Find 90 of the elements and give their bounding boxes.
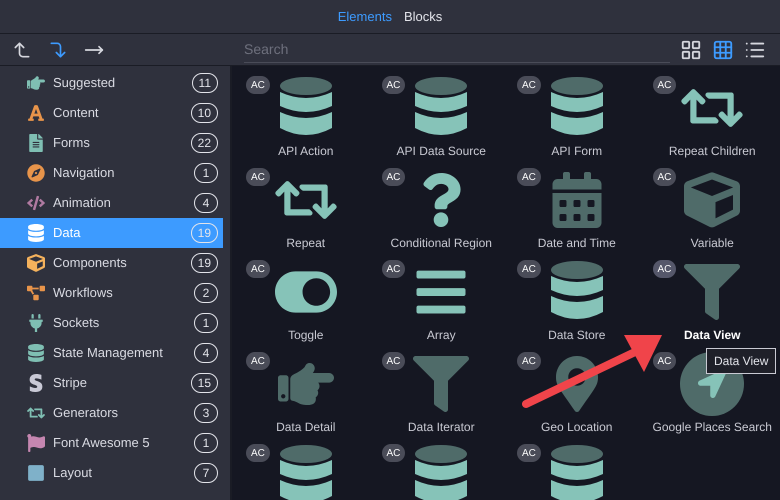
element-label: Data View xyxy=(684,327,740,344)
sidebar-item[interactable]: Workflows 2 xyxy=(0,278,223,308)
element-label: Data Detail xyxy=(276,419,336,436)
sidebar-item[interactable]: Generators 3 xyxy=(0,398,223,428)
large-grid-icon[interactable] xyxy=(680,38,702,60)
sidebar-label: Data xyxy=(53,224,82,242)
sidebar-item[interactable]: Content 10 xyxy=(0,98,223,128)
ac-badge: AC xyxy=(246,168,270,186)
funnel-icon xyxy=(684,264,740,320)
sidebar-item[interactable]: Suggested 11 xyxy=(0,68,223,98)
database-icon xyxy=(278,444,333,500)
count-badge: 15 xyxy=(190,373,218,393)
ac-badge: AC xyxy=(246,76,270,94)
database-icon xyxy=(550,444,604,500)
element-label: Google Places Search xyxy=(652,419,772,436)
sidebar-label: Font Awesome 5 xyxy=(53,434,151,452)
ac-badge: AC xyxy=(517,168,541,186)
sidebar-label: Components xyxy=(53,254,128,272)
element-label: Data Iterator xyxy=(408,419,475,436)
element-label: Date and Time xyxy=(538,235,616,252)
sidebar-label: Content xyxy=(53,104,100,122)
sidebar-item[interactable]: Animation 4 xyxy=(0,188,223,218)
sidebar-label: Forms xyxy=(53,134,91,152)
sidebar-label: Animation xyxy=(53,194,112,212)
sidebar-item[interactable]: Components 19 xyxy=(0,248,223,278)
count-badge: 1 xyxy=(194,313,218,333)
tooltip: Data View xyxy=(706,348,776,374)
sidebar-item[interactable]: State Management 4 xyxy=(0,338,223,368)
ac-badge: AC xyxy=(246,444,270,462)
element-label: Repeat Children xyxy=(668,143,756,160)
arrow-up-icon[interactable] xyxy=(12,40,32,60)
sidebar-label: Workflows xyxy=(53,284,114,302)
search-field[interactable]: Search xyxy=(244,36,670,62)
count-badge: 4 xyxy=(194,343,218,363)
sidebar-item[interactable]: Stripe 15 xyxy=(0,368,223,398)
tab[interactable]: Blocks xyxy=(404,6,442,26)
sidebar-label: Stripe xyxy=(53,374,88,392)
sidebar-item[interactable]: Sockets 1 xyxy=(0,308,223,338)
element-label: API Action xyxy=(278,143,334,160)
grid-icon[interactable] xyxy=(712,38,734,60)
ac-badge: AC xyxy=(382,352,406,370)
sidebar-item[interactable]: Layout 7 xyxy=(0,458,223,488)
sidebar-label: Navigation xyxy=(53,164,116,182)
element-label: Data Store xyxy=(548,327,606,344)
count-badge: 4 xyxy=(194,193,218,213)
sidebar-item[interactable]: Forms 22 xyxy=(0,128,223,158)
count-badge: 19 xyxy=(190,223,218,243)
count-badge: 3 xyxy=(194,403,218,423)
element-label: Array xyxy=(426,327,456,344)
count-badge: 1 xyxy=(194,433,218,453)
sidebar-label: State Management xyxy=(53,344,164,362)
sidebar-item[interactable]: Font Awesome 5 1 xyxy=(0,428,223,458)
cube-icon xyxy=(684,172,740,228)
ac-badge: AC xyxy=(517,352,541,370)
element-label: Toggle xyxy=(288,327,324,344)
funnel-icon xyxy=(413,356,470,412)
count-badge: 11 xyxy=(192,73,218,93)
ac-badge: AC xyxy=(246,260,270,278)
count-badge: 19 xyxy=(190,253,218,273)
sidebar-label: Suggested xyxy=(53,74,116,92)
ac-badge: AC xyxy=(382,260,406,278)
count-badge: 22 xyxy=(190,133,218,153)
ac-badge: AC xyxy=(517,260,541,278)
ac-badge: AC xyxy=(382,76,406,94)
element-label: Geo Location xyxy=(541,419,612,436)
ac-badge: AC xyxy=(517,444,541,462)
sidebar-label: Generators xyxy=(53,404,120,422)
element-label: Conditional Region xyxy=(390,235,492,252)
ac-badge: AC xyxy=(652,168,676,186)
ac-badge: AC xyxy=(246,352,270,370)
ac-badge: AC xyxy=(652,352,676,370)
count-badge: 2 xyxy=(194,283,218,303)
ac-badge: AC xyxy=(652,260,676,278)
element-label: API Form xyxy=(551,143,602,160)
ac-badge: AC xyxy=(652,76,676,94)
arrow-down-icon[interactable] xyxy=(48,40,68,60)
element-label: Repeat xyxy=(286,235,326,252)
count-badge: 10 xyxy=(190,103,218,123)
database-icon xyxy=(414,444,468,500)
element-label: Variable xyxy=(690,235,734,252)
tab[interactable]: Elements xyxy=(338,6,392,26)
count-badge: 7 xyxy=(194,463,218,483)
ac-badge: AC xyxy=(382,444,406,462)
element-label: API Data Source xyxy=(396,143,486,160)
sidebar-item[interactable]: Navigation 1 xyxy=(0,158,223,188)
ac-badge: AC xyxy=(382,168,406,186)
count-badge: 1 xyxy=(194,163,218,183)
ac-badge: AC xyxy=(517,76,541,94)
sidebar-label: Sockets xyxy=(53,314,100,332)
sidebar-label: Layout xyxy=(53,464,94,482)
